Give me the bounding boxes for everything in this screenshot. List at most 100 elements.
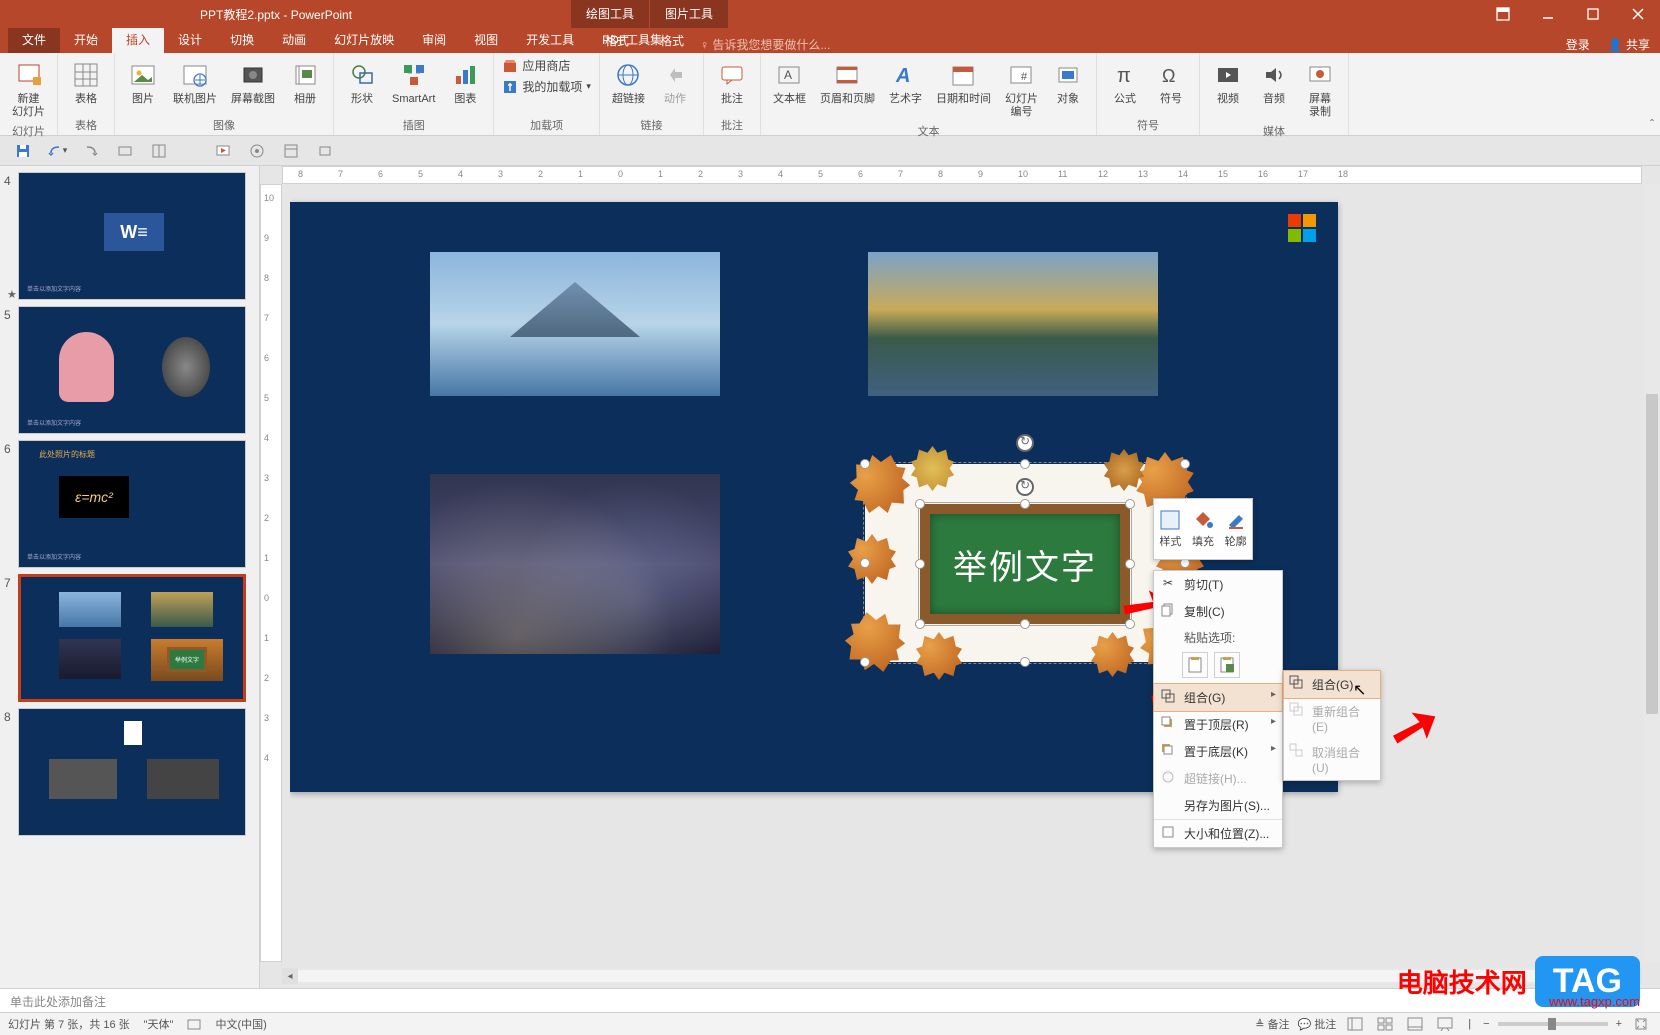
- tab-slideshow[interactable]: 幻灯片放映: [320, 28, 408, 53]
- resize-handle-nw[interactable]: [915, 499, 925, 509]
- scroll-right-button[interactable]: ▸: [1626, 968, 1642, 984]
- paste-option-1[interactable]: [1182, 652, 1208, 678]
- tab-view[interactable]: 视图: [460, 28, 512, 53]
- share-button[interactable]: 👤 共享: [1608, 36, 1650, 53]
- resize-handle-s[interactable]: [1020, 619, 1030, 629]
- spell-check-icon[interactable]: [187, 1017, 201, 1031]
- slideshow-view-button[interactable]: [1434, 1015, 1456, 1033]
- slide-thumb-6[interactable]: 6 此处照片的标题 ε=mc² 单击以添加文字内容: [4, 440, 255, 568]
- scrollbar-thumb[interactable]: [1646, 394, 1658, 714]
- landscape-image-1[interactable]: [430, 252, 720, 396]
- screenshot-button[interactable]: 屏幕截图: [227, 57, 279, 115]
- ctx-send-to-back[interactable]: 置于底层(K)▸: [1154, 738, 1282, 765]
- audio-button[interactable]: 音频: [1254, 57, 1294, 121]
- zoom-thumb[interactable]: [1548, 1018, 1556, 1030]
- hyperlink-button[interactable]: 超链接: [608, 57, 649, 115]
- new-slide-button[interactable]: 新建 幻灯片: [8, 57, 49, 121]
- datetime-button[interactable]: 日期和时间: [932, 57, 995, 121]
- slide-thumb-8[interactable]: 8: [4, 708, 255, 836]
- selected-group[interactable]: 举例文字: [865, 464, 1185, 662]
- outer-resize-sw[interactable]: [860, 657, 870, 667]
- qat-button-4[interactable]: [112, 138, 138, 164]
- maximize-button[interactable]: [1570, 0, 1615, 28]
- mini-fill-button[interactable]: 填充: [1187, 499, 1220, 559]
- scrollbar-track[interactable]: [298, 970, 1626, 982]
- slide-thumb-7[interactable]: 7 举例文字: [4, 574, 255, 702]
- tab-design[interactable]: 设计: [164, 28, 216, 53]
- slide-thumb-5[interactable]: 5 单击以添加文字内容: [4, 306, 255, 434]
- login-link[interactable]: 登录: [1566, 36, 1590, 53]
- collapse-ribbon-button[interactable]: ˆ: [1650, 117, 1654, 131]
- tab-home[interactable]: 开始: [60, 28, 112, 53]
- qat-button-7[interactable]: [244, 138, 270, 164]
- outer-resize-nw[interactable]: [860, 459, 870, 469]
- inner-rotate-handle[interactable]: [1016, 478, 1034, 496]
- tab-picture-format[interactable]: 格式: [642, 28, 702, 53]
- mini-outline-button[interactable]: 轮廓: [1219, 499, 1252, 559]
- symbol-button[interactable]: Ω符号: [1151, 57, 1191, 115]
- comments-toggle[interactable]: 💬 批注: [1298, 1016, 1337, 1032]
- resize-handle-n[interactable]: [1020, 499, 1030, 509]
- qat-button-9[interactable]: [312, 138, 338, 164]
- resize-handle-sw[interactable]: [915, 619, 925, 629]
- store-button[interactable]: 应用商店: [502, 57, 591, 74]
- fit-to-window-button[interactable]: [1630, 1015, 1652, 1033]
- slide-sorter-button[interactable]: [1374, 1015, 1396, 1033]
- shapes-button[interactable]: 形状: [342, 57, 382, 115]
- action-button[interactable]: 动作: [655, 57, 695, 115]
- outer-resize-w[interactable]: [860, 558, 870, 568]
- online-pictures-button[interactable]: 联机图片: [169, 57, 221, 115]
- qat-button-8[interactable]: [278, 138, 304, 164]
- equation-button[interactable]: π公式: [1105, 57, 1145, 115]
- landscape-image-3[interactable]: [430, 474, 720, 654]
- landscape-image-2[interactable]: [868, 252, 1158, 396]
- tab-insert[interactable]: 插入: [112, 28, 164, 53]
- start-from-beginning-button[interactable]: [210, 138, 236, 164]
- wordart-button[interactable]: A艺术字: [885, 57, 926, 121]
- ctx-copy[interactable]: 复制(C): [1154, 598, 1282, 625]
- slide-number-button[interactable]: #幻灯片 编号: [1001, 57, 1042, 121]
- ctx-hyperlink[interactable]: 超链接(H)...: [1154, 765, 1282, 792]
- zoom-out-button[interactable]: −: [1483, 1018, 1489, 1030]
- resize-handle-se[interactable]: [1125, 619, 1135, 629]
- language-indicator[interactable]: 中文(中国): [215, 1016, 266, 1032]
- chart-button[interactable]: 图表: [445, 57, 485, 115]
- tell-me-search[interactable]: ♀ 告诉我您想要做什么...: [700, 36, 830, 53]
- minimize-button[interactable]: [1525, 0, 1570, 28]
- tab-file[interactable]: 文件: [8, 28, 60, 53]
- tab-review[interactable]: 审阅: [408, 28, 460, 53]
- slide-thumb-4[interactable]: 4 ★ W≡ 单击以添加文字内容: [4, 172, 255, 300]
- zoom-in-button[interactable]: +: [1616, 1018, 1622, 1030]
- rotate-handle[interactable]: [1016, 434, 1034, 452]
- zoom-slider[interactable]: [1498, 1022, 1608, 1026]
- pictures-button[interactable]: 图片: [123, 57, 163, 115]
- slide-thumbnails-panel[interactable]: 4 ★ W≡ 单击以添加文字内容 5 单击以添加文字内容 6 此处照片的标题 ε…: [0, 166, 260, 988]
- object-button[interactable]: 对象: [1048, 57, 1088, 121]
- screen-recording-button[interactable]: 屏幕 录制: [1300, 57, 1340, 121]
- notes-pane[interactable]: 单击此处添加备注: [0, 988, 1660, 1012]
- tab-transitions[interactable]: 切换: [216, 28, 268, 53]
- tab-drawing-format[interactable]: 格式: [587, 28, 647, 53]
- outer-resize-s[interactable]: [1020, 657, 1030, 667]
- photo-album-button[interactable]: 相册: [285, 57, 325, 115]
- outer-resize-ne[interactable]: [1180, 459, 1190, 469]
- tab-animations[interactable]: 动画: [268, 28, 320, 53]
- table-button[interactable]: 表格: [66, 57, 106, 115]
- horizontal-ruler[interactable]: 876543210123456789101112131415161718: [282, 166, 1642, 184]
- comment-button[interactable]: 批注: [712, 57, 752, 115]
- qat-button-5[interactable]: [146, 138, 172, 164]
- video-button[interactable]: 视频: [1208, 57, 1248, 121]
- vertical-ruler[interactable]: 1098765432101234: [260, 184, 282, 962]
- ctx-save-as-picture[interactable]: 另存为图片(S)...: [1154, 792, 1282, 819]
- slide-counter[interactable]: 幻灯片 第 7 张，共 16 张: [8, 1016, 130, 1032]
- ctx-bring-to-front[interactable]: 置于顶层(R)▸: [1154, 711, 1282, 738]
- ctx-group[interactable]: 组合(G)▸: [1153, 683, 1283, 712]
- resize-handle-w[interactable]: [915, 559, 925, 569]
- submenu-group[interactable]: 组合(G): [1283, 670, 1381, 699]
- my-addins-button[interactable]: 我的加载项 ▾: [502, 78, 591, 95]
- close-button[interactable]: [1615, 0, 1660, 28]
- tab-developer[interactable]: 开发工具: [512, 28, 588, 53]
- normal-view-button[interactable]: [1344, 1015, 1366, 1033]
- vertical-scrollbar[interactable]: [1644, 184, 1660, 962]
- textbox-button[interactable]: A文本框: [769, 57, 810, 121]
